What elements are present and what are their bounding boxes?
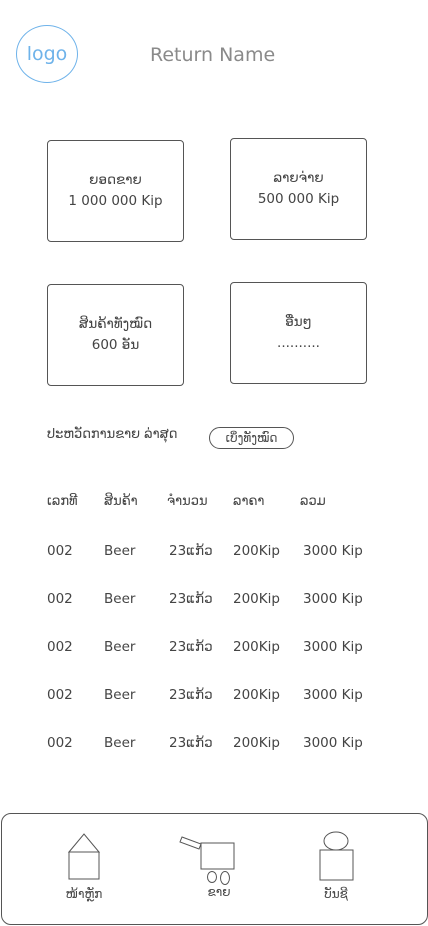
cell-product: Beer: [104, 543, 136, 559]
sales-card[interactable]: ຍອດຂາຍ 1 000 000 Kip: [47, 140, 184, 242]
cell-price: 200Kip: [233, 639, 280, 655]
cell-price: 200Kip: [233, 591, 280, 607]
nav-item-sell[interactable]: ຂາຍ: [174, 814, 264, 924]
column-header-total: ລວມ: [300, 494, 326, 509]
column-header-price: ລາຄາ: [233, 494, 265, 509]
cell-total: 3000 Kip: [303, 543, 363, 559]
cell-quantity: 23ແກ້ວ: [169, 687, 213, 703]
nav-label-home: ໜ້າຫຼັກ: [65, 887, 103, 901]
nav-item-account[interactable]: ບັນຊີ: [291, 814, 381, 924]
column-header-quantity: ຈຳນວນ: [167, 494, 208, 509]
cell-product: Beer: [104, 591, 136, 607]
home-icon: [67, 833, 101, 880]
expenses-card[interactable]: ລາຍຈ່າຍ 500 000 Kip: [230, 138, 367, 240]
card-label: ອື່ນໆ: [285, 314, 312, 330]
nav-label-account: ບັນຊີ: [324, 887, 348, 901]
other-card[interactable]: ອື່ນໆ ..........: [230, 282, 367, 384]
page-title: Return Name: [150, 44, 276, 66]
cell-number: 002: [47, 735, 73, 751]
cell-total: 3000 Kip: [303, 591, 363, 607]
card-value: 500 000 Kip: [257, 191, 340, 207]
cell-total: 3000 Kip: [303, 687, 363, 703]
card-label: ຍອດຂາຍ: [89, 172, 142, 188]
card-value: 600 ອັນ: [91, 337, 140, 353]
nav-label-sell: ຂາຍ: [207, 885, 231, 899]
cell-number: 002: [47, 687, 73, 703]
cell-product: Beer: [104, 687, 136, 703]
sales-history-title: ປະຫວັດການຂາຍ ລ່າສຸດ: [47, 427, 178, 442]
products-card[interactable]: ສິນຄ້າທັງໝົດ 600 ອັນ: [47, 284, 184, 386]
cell-price: 200Kip: [233, 543, 280, 559]
column-header-product: ສິນຄ້າ: [104, 494, 138, 509]
cell-total: 3000 Kip: [303, 639, 363, 655]
cell-price: 200Kip: [233, 687, 280, 703]
cell-price: 200Kip: [233, 735, 280, 751]
cell-quantity: 23ແກ້ວ: [169, 543, 213, 559]
card-value: 1 000 000 Kip: [68, 193, 163, 209]
nav-item-home[interactable]: ໜ້າຫຼັກ: [39, 814, 129, 924]
card-value: ..........: [277, 335, 320, 351]
view-all-button[interactable]: ເບິ່ງທັງໝົດ: [209, 427, 294, 449]
cell-product: Beer: [104, 639, 136, 655]
logo: logo: [16, 25, 78, 83]
cell-quantity: 23ແກ້ວ: [169, 735, 213, 751]
cell-product: Beer: [104, 735, 136, 751]
cell-quantity: 23ແກ້ວ: [169, 591, 213, 607]
cell-number: 002: [47, 591, 73, 607]
account-icon: [319, 831, 354, 881]
cell-number: 002: [47, 543, 73, 559]
card-label: ລາຍຈ່າຍ: [273, 170, 324, 186]
cell-total: 3000 Kip: [303, 735, 363, 751]
cell-quantity: 23ແກ້ວ: [169, 639, 213, 655]
card-label: ສິນຄ້າທັງໝົດ: [78, 316, 153, 332]
cart-icon: [179, 836, 235, 885]
cell-number: 002: [47, 639, 73, 655]
bottom-navigation: ໜ້າຫຼັກ ຂາຍ ບັນຊີ: [1, 813, 428, 925]
column-header-number: ເລກທີ: [47, 494, 78, 509]
